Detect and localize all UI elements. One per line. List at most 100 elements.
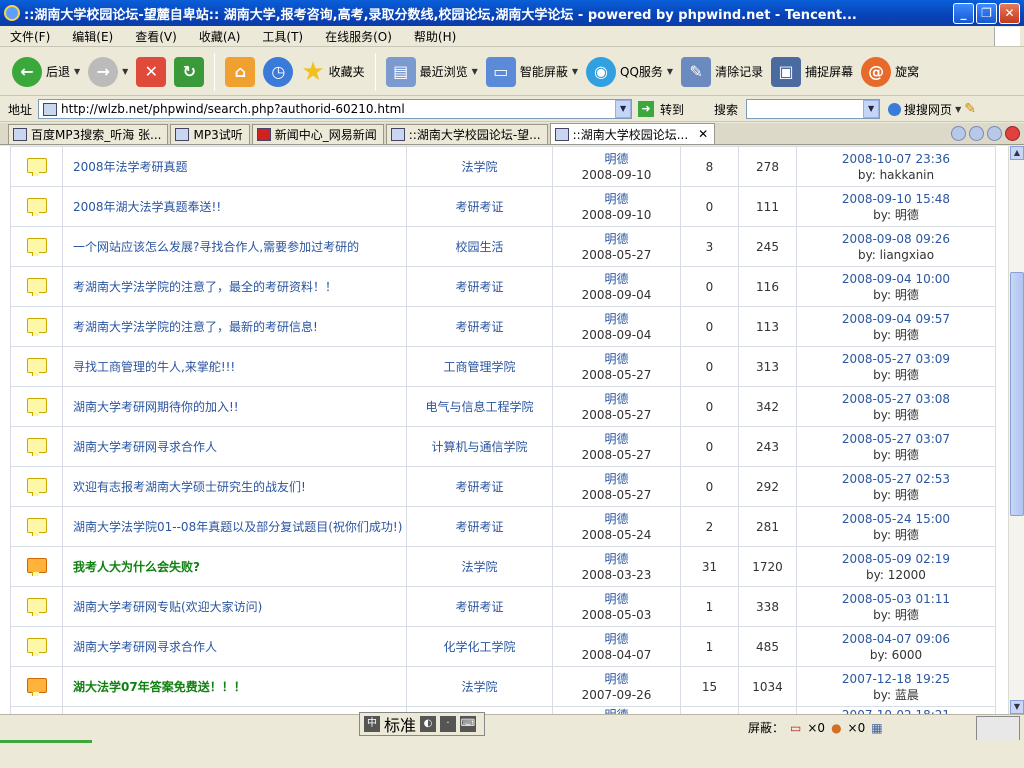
- topic-title-link[interactable]: 2008年法学考研真题: [73, 160, 188, 174]
- author-link[interactable]: 明德: [553, 631, 680, 647]
- forward-dropdown-icon[interactable]: ▼: [122, 67, 128, 76]
- menu-edit[interactable]: 编辑(E): [72, 28, 113, 45]
- author-link[interactable]: 明德: [553, 511, 680, 527]
- scroll-down-icon[interactable]: ▼: [1010, 700, 1024, 714]
- author-link[interactable]: 明德: [553, 671, 680, 687]
- back-dropdown-icon[interactable]: ▼: [74, 67, 80, 76]
- menu-online-service[interactable]: 在线服务(O): [325, 28, 392, 45]
- ad-block-icon[interactable]: ●: [831, 721, 841, 735]
- close-all-tabs-icon[interactable]: [1005, 126, 1020, 141]
- tab-list-icon[interactable]: [969, 126, 984, 141]
- topic-title-link[interactable]: 湖南大学考研网期待你的加入!!: [73, 400, 239, 414]
- board-link[interactable]: 电气与信息工程学院: [425, 400, 533, 414]
- board-link[interactable]: 化学化工学院: [443, 640, 515, 654]
- qq-service-button[interactable]: ◉ QQ服务 ▼: [582, 52, 677, 92]
- topic-title-link[interactable]: 湖大法学07年答案免费送！！！: [73, 680, 246, 694]
- tab-hnu-forum-active[interactable]: ::湖南大学校园论坛... ✕: [549, 123, 716, 144]
- last-post-time[interactable]: 2007-12-18 19:25: [797, 671, 995, 687]
- author-link[interactable]: 明德: [553, 551, 680, 567]
- topic-title-link[interactable]: 湖南大学考研网专贴(欢迎大家访问): [73, 600, 262, 614]
- board-link[interactable]: 考研考证: [455, 480, 503, 494]
- tab-close-icon[interactable]: ✕: [698, 127, 708, 141]
- vertical-scrollbar[interactable]: ▲ ▼: [1008, 146, 1024, 714]
- menu-tools[interactable]: 工具(T): [262, 28, 303, 45]
- board-link[interactable]: 考研考证: [455, 600, 503, 614]
- clear-history-button[interactable]: ✎ 清除记录: [677, 52, 767, 92]
- author-link[interactable]: 明德: [553, 191, 680, 207]
- board-link[interactable]: 校园生活: [455, 240, 503, 254]
- search-web-button[interactable]: 搜搜网页 ▼ ✎: [888, 101, 976, 118]
- last-post-time[interactable]: 2007-10-02 18:21: [797, 707, 995, 714]
- last-post-time[interactable]: 2008-09-04 10:00: [797, 271, 995, 287]
- history-button[interactable]: ◷: [259, 52, 297, 92]
- maximize-button[interactable]: ❐: [976, 3, 997, 24]
- search-web-dropdown-icon[interactable]: ▼: [955, 105, 961, 114]
- recent-dropdown-icon[interactable]: ▼: [472, 67, 478, 76]
- menu-favorites[interactable]: 收藏(A): [199, 28, 241, 45]
- tab-mp3-listen[interactable]: MP3试听: [170, 124, 250, 144]
- popup-block-icon[interactable]: ▭: [790, 721, 801, 735]
- half-width-icon[interactable]: ◐: [420, 716, 437, 732]
- board-link[interactable]: 考研考证: [455, 520, 503, 534]
- home-button[interactable]: ⌂: [221, 52, 259, 92]
- last-post-time[interactable]: 2008-10-07 23:36: [797, 151, 995, 167]
- address-input[interactable]: http://wlzb.net/phpwind/search.php?autho…: [38, 99, 633, 119]
- author-link[interactable]: 明德: [553, 707, 680, 714]
- board-link[interactable]: 工商管理学院: [443, 360, 515, 374]
- last-post-time[interactable]: 2008-05-27 02:53: [797, 471, 995, 487]
- tab-scroll-icon[interactable]: [951, 126, 966, 141]
- tab-netease-news[interactable]: 新闻中心_网易新闻: [251, 124, 384, 144]
- author-link[interactable]: 明德: [553, 271, 680, 287]
- recent-button[interactable]: ▤ 最近浏览 ▼: [382, 52, 482, 92]
- menu-view[interactable]: 查看(V): [135, 28, 177, 45]
- author-link[interactable]: 明德: [553, 311, 680, 327]
- topic-title-link[interactable]: 湖南大学考研网寻求合作人: [73, 640, 217, 654]
- board-link[interactable]: 考研考证: [455, 200, 503, 214]
- scroll-up-icon[interactable]: ▲: [1010, 146, 1024, 160]
- ime-mode[interactable]: 标准: [384, 712, 416, 736]
- ime-toolbar[interactable]: 中 标准 ◐ · ⌨: [359, 712, 485, 736]
- minimize-button[interactable]: _: [953, 3, 974, 24]
- tab-restore-icon[interactable]: [987, 126, 1002, 141]
- search-dropdown-icon[interactable]: ▼: [863, 100, 880, 118]
- last-post-time[interactable]: 2008-05-24 15:00: [797, 511, 995, 527]
- topic-title-link[interactable]: 一个网站应该怎么发展?寻找合作人,需要参加过考研的: [73, 240, 359, 254]
- topic-title-link[interactable]: 湖南大学法学院01--08年真题以及部分复试题目(祝你们成功!): [73, 520, 402, 534]
- author-link[interactable]: 明德: [553, 471, 680, 487]
- favorites-button[interactable]: ★ 收藏夹: [297, 52, 368, 92]
- punctuation-icon[interactable]: ·: [440, 716, 457, 732]
- last-post-time[interactable]: 2008-09-04 09:57: [797, 311, 995, 327]
- ime-logo-icon[interactable]: 中: [364, 716, 380, 732]
- topic-title-link[interactable]: 湖南大学考研网寻求合作人: [73, 440, 217, 454]
- author-link[interactable]: 明德: [553, 231, 680, 247]
- menu-help[interactable]: 帮助(H): [414, 28, 456, 45]
- topic-title-link[interactable]: 考湖南大学法学院的注意了，最全的考研资料！！: [73, 280, 337, 294]
- address-dropdown-icon[interactable]: ▼: [615, 100, 632, 118]
- last-post-time[interactable]: 2008-04-07 09:06: [797, 631, 995, 647]
- back-button[interactable]: ← 后退 ▼: [8, 52, 84, 92]
- last-post-time[interactable]: 2008-05-27 03:09: [797, 351, 995, 367]
- refresh-button[interactable]: ↻: [170, 52, 208, 92]
- forward-button[interactable]: → ▼: [84, 52, 132, 92]
- qq-dropdown-icon[interactable]: ▼: [667, 67, 673, 76]
- last-post-time[interactable]: 2008-09-10 15:48: [797, 191, 995, 207]
- board-link[interactable]: 法学院: [461, 680, 497, 694]
- author-link[interactable]: 明德: [553, 391, 680, 407]
- topic-title-link[interactable]: 考湖南大学法学院的注意了，最新的考研信息!: [73, 320, 318, 334]
- board-link[interactable]: 考研考证: [455, 320, 503, 334]
- capture-screen-button[interactable]: ▣ 捕捉屏幕: [767, 52, 857, 92]
- search-input[interactable]: ▼: [746, 99, 881, 119]
- author-link[interactable]: 明德: [553, 151, 680, 167]
- tab-hnu-forum-1[interactable]: ::湖南大学校园论坛-望...: [385, 124, 548, 144]
- board-link[interactable]: 法学院: [461, 560, 497, 574]
- last-post-time[interactable]: 2008-05-09 02:19: [797, 551, 995, 567]
- pencil-icon[interactable]: ✎: [964, 101, 976, 117]
- scroll-thumb[interactable]: [1010, 272, 1024, 516]
- go-button[interactable]: ➜ 转到: [638, 101, 684, 118]
- close-button[interactable]: ✕: [999, 3, 1020, 24]
- topic-title-link[interactable]: 寻找工商管理的牛人,来掌舵!!!: [73, 360, 235, 374]
- topic-title-link[interactable]: 我考人大为什么会失败?: [73, 560, 200, 574]
- author-link[interactable]: 明德: [553, 431, 680, 447]
- last-post-time[interactable]: 2008-05-03 01:11: [797, 591, 995, 607]
- last-post-time[interactable]: 2008-05-27 03:08: [797, 391, 995, 407]
